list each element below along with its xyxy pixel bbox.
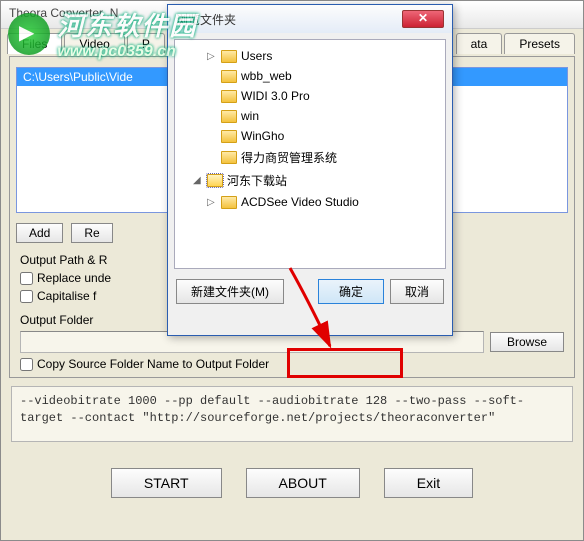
replace-underscore-input[interactable] <box>20 272 33 285</box>
browse-button[interactable]: Browse <box>490 332 564 352</box>
folder-icon <box>221 50 237 63</box>
add-button[interactable]: Add <box>16 223 63 243</box>
folder-icon <box>207 174 223 187</box>
tree-item-label: ACDSee Video Studio <box>241 195 359 209</box>
about-button[interactable]: ABOUT <box>246 468 360 498</box>
folder-icon <box>221 151 237 164</box>
copy-source-input[interactable] <box>20 358 33 371</box>
dialog-title-bar: 浏览文件夹 ✕ <box>168 5 452 33</box>
tree-item-label: win <box>241 109 259 123</box>
tree-arrow-icon: ▷ <box>207 197 217 208</box>
new-folder-button[interactable]: 新建文件夹(M) <box>176 279 284 304</box>
tree-item[interactable]: wbb_web <box>179 66 441 86</box>
ok-button[interactable]: 确定 <box>318 279 384 304</box>
tree-item[interactable]: win <box>179 106 441 126</box>
command-line-box[interactable]: --videobitrate 1000 --pp default --audio… <box>11 386 573 442</box>
folder-icon <box>221 70 237 83</box>
exit-button[interactable]: Exit <box>384 468 473 498</box>
tab-presets[interactable]: Presets <box>504 33 575 54</box>
tree-item-label: WIDI 3.0 Pro <box>241 89 310 103</box>
close-icon[interactable]: ✕ <box>402 10 444 28</box>
folder-icon <box>221 110 237 123</box>
tab-p[interactable]: P <box>127 33 165 54</box>
tree-item[interactable]: ▷ ACDSee Video Studio <box>179 192 441 212</box>
capitalise-input[interactable] <box>20 290 33 303</box>
window-title: Theora Converter .N <box>9 6 118 20</box>
copy-source-checkbox[interactable]: Copy Source Folder Name to Output Folder <box>20 355 564 373</box>
dialog-button-row: 新建文件夹(M) 确定 取消 <box>168 275 452 308</box>
tree-item-label: 河东下载站 <box>227 172 287 189</box>
remove-button[interactable]: Re <box>71 223 112 243</box>
dialog-title: 浏览文件夹 <box>176 11 236 28</box>
tree-item[interactable]: WinGho <box>179 126 441 146</box>
tree-item-label: wbb_web <box>241 69 292 83</box>
folder-tree[interactable]: ▷ Users wbb_web WIDI 3.0 Pro win WinGho 得力商贸管理… <box>174 39 446 269</box>
tree-item-label: 得力商贸管理系统 <box>241 149 337 166</box>
cancel-button[interactable]: 取消 <box>390 279 444 304</box>
tab-ata[interactable]: ata <box>456 33 503 54</box>
tab-files[interactable]: Files <box>7 33 62 54</box>
folder-icon <box>221 196 237 209</box>
start-button[interactable]: START <box>111 468 222 498</box>
tree-item[interactable]: 得力商贸管理系统 <box>179 146 441 169</box>
tree-arrow-icon: ◢ <box>193 175 203 186</box>
folder-icon <box>221 90 237 103</box>
tree-item-label: WinGho <box>241 129 284 143</box>
tab-video[interactable]: Video <box>64 33 124 54</box>
tree-item[interactable]: ▷ Users <box>179 46 441 66</box>
folder-icon <box>221 130 237 143</box>
tree-item[interactable]: WIDI 3.0 Pro <box>179 86 441 106</box>
tree-item-label: Users <box>241 49 272 63</box>
browse-folder-dialog: 浏览文件夹 ✕ ▷ Users wbb_web WIDI 3.0 Pro win WinG… <box>167 4 453 336</box>
tree-arrow-icon: ▷ <box>207 51 217 62</box>
bottom-buttons: START ABOUT Exit <box>1 450 583 516</box>
tree-item[interactable]: ◢ 河东下载站 <box>179 169 441 192</box>
